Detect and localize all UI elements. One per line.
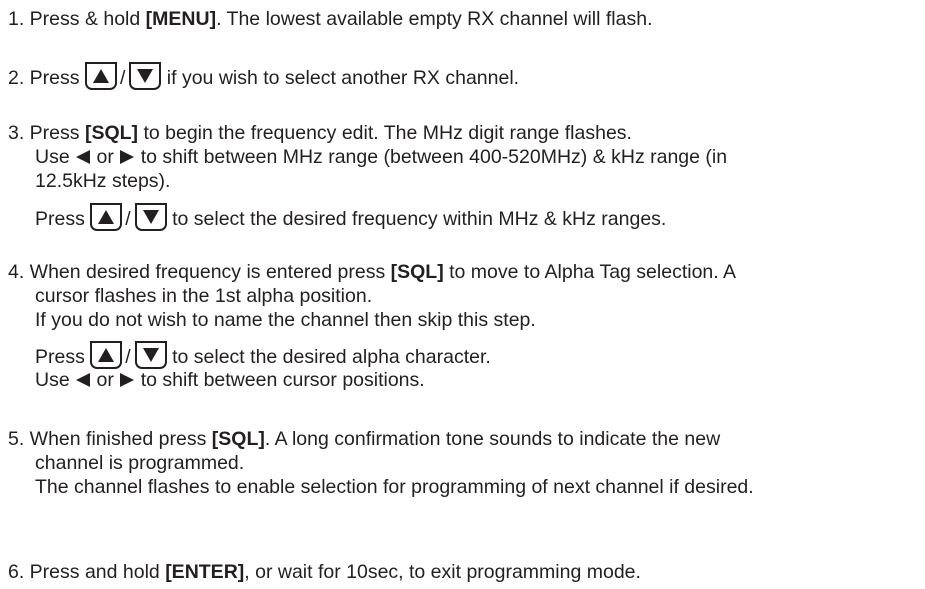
left-triangle-icon (76, 150, 91, 164)
right-triangle-icon (120, 373, 135, 387)
step-1-text-rest: . The lowest available empty RX channel … (216, 8, 653, 30)
step-3-line-4: Press / to select the desired frequency … (35, 203, 666, 231)
sql-key-label: [SQL] (390, 261, 444, 283)
step-4-line-2: cursor flashes in the 1st alpha position… (35, 285, 373, 307)
press-text: Press (35, 208, 91, 230)
menu-key-label: [MENU] (145, 8, 217, 30)
right-triangle-icon (120, 150, 135, 164)
sql-key-label: [SQL] (211, 428, 265, 450)
step-5-text-rest: . A long confirmation tone sounds to ind… (264, 428, 721, 450)
step-5-line-3: The channel flashes to enable selection … (35, 476, 754, 498)
step-3-text-rest: to begin the frequency edit. The MHz dig… (138, 122, 632, 144)
down-arrow-key-icon (129, 62, 162, 90)
step-3-line-2-rest: to shift between MHz range (between 400-… (135, 146, 728, 168)
step-3-line-4-rest: to select the desired frequency within M… (172, 208, 667, 230)
step-4-line-4-rest: to select the desired alpha character. (172, 346, 491, 368)
up-arrow-key-icon (90, 203, 123, 231)
use-text: Use (35, 369, 76, 391)
step-3-line-1: 3. Press [SQL] to begin the frequency ed… (8, 121, 632, 145)
step-4-line-5-rest: to shift between cursor positions. (135, 369, 425, 391)
step-4-text: 4. When desired frequency is entered pre… (8, 261, 391, 283)
press-text: Press (35, 346, 91, 368)
step-3-line-3: 12.5kHz steps). (35, 170, 171, 192)
enter-key-label: [ENTER] (165, 561, 245, 583)
or-text: or (91, 146, 120, 168)
step-3-line-2: Use or to shift between MHz range (betwe… (35, 145, 727, 169)
step-4-line-1: 4. When desired frequency is entered pre… (8, 260, 736, 284)
step-4-line-4: Press / to select the desired alpha char… (35, 341, 491, 369)
step-3-text: 3. Press (8, 122, 85, 144)
step-5-text: 5. When finished press (8, 428, 212, 450)
step-4-line-5: Use or to shift between cursor positions… (35, 368, 425, 392)
down-arrow-key-icon (134, 341, 167, 369)
separator-slash: / (125, 346, 131, 368)
step-6: 6. Press and hold [ENTER], or wait for 1… (8, 560, 641, 584)
sql-key-label: [SQL] (84, 122, 139, 144)
use-text: Use (35, 146, 76, 168)
left-triangle-icon (76, 373, 91, 387)
down-arrow-key-icon (134, 203, 167, 231)
up-arrow-key-icon (84, 62, 117, 90)
step-1-text: 1. Press & hold (8, 8, 146, 30)
step-2-text: 2. Press (8, 67, 85, 89)
or-text: or (91, 369, 120, 391)
step-2: 2. Press / if you wish to select another… (8, 62, 519, 90)
instruction-page: 1. Press & hold [MENU]. The lowest avail… (0, 0, 925, 589)
separator-slash: / (119, 67, 126, 89)
separator-slash: / (125, 208, 131, 230)
step-6-text: 6. Press and hold (8, 561, 166, 583)
step-4-text-rest: to move to Alpha Tag selection. A (443, 261, 737, 283)
step-5-line-1: 5. When finished press [SQL]. A long con… (8, 427, 720, 451)
step-6-text-rest: , or wait for 10sec, to exit programming… (244, 561, 641, 583)
step-2-text-rest: if you wish to select another RX channel… (166, 67, 520, 89)
up-arrow-key-icon (90, 341, 123, 369)
step-5-line-2: channel is programmed. (35, 452, 245, 474)
step-1: 1. Press & hold [MENU]. The lowest avail… (8, 7, 653, 31)
step-4-line-3: If you do not wish to name the channel t… (35, 309, 536, 331)
